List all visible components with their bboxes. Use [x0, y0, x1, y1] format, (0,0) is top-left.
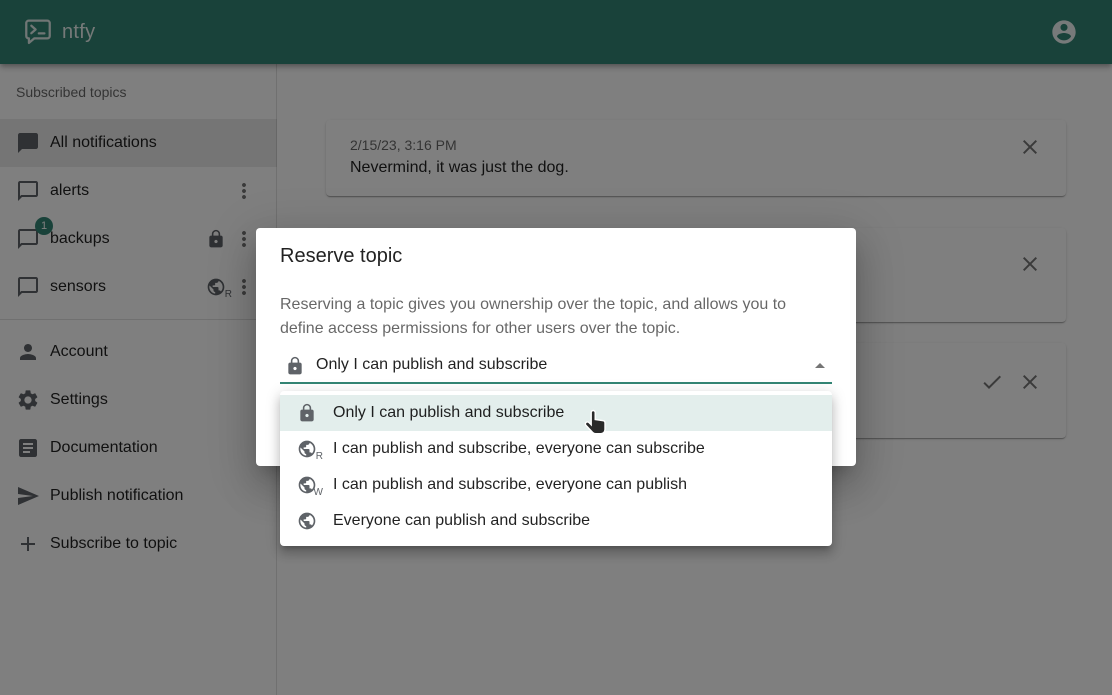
option-label: I can publish and subscribe, everyone ca…: [333, 476, 687, 494]
globe-write-icon: W: [297, 475, 333, 495]
option-label: Only I can publish and subscribe: [333, 404, 564, 422]
access-permission-select[interactable]: Only I can publish and subscribe: [280, 350, 832, 384]
option-everyone-can-publish[interactable]: W I can publish and subscribe, everyone …: [280, 467, 832, 503]
access-permission-menu: Only I can publish and subscribe R I can…: [280, 391, 832, 546]
option-label: Everyone can publish and subscribe: [333, 512, 590, 530]
option-only-me[interactable]: Only I can publish and subscribe: [280, 395, 832, 431]
globe-read-icon: R: [297, 439, 333, 459]
lock-icon: [297, 403, 333, 423]
ntfy-app: ntfy Subscribed topics All notifications…: [0, 0, 1112, 695]
lock-icon: [285, 356, 305, 376]
option-everyone[interactable]: Everyone can publish and subscribe: [280, 503, 832, 539]
globe-icon: [297, 511, 333, 531]
dialog-title: Reserve topic: [280, 245, 402, 268]
option-everyone-can-subscribe[interactable]: R I can publish and subscribe, everyone …: [280, 431, 832, 467]
dialog-description: Reserving a topic gives you ownership ov…: [280, 293, 796, 341]
option-label: I can publish and subscribe, everyone ca…: [333, 440, 705, 458]
select-value: Only I can publish and subscribe: [316, 356, 547, 374]
arrow-drop-up-icon: [808, 354, 832, 378]
